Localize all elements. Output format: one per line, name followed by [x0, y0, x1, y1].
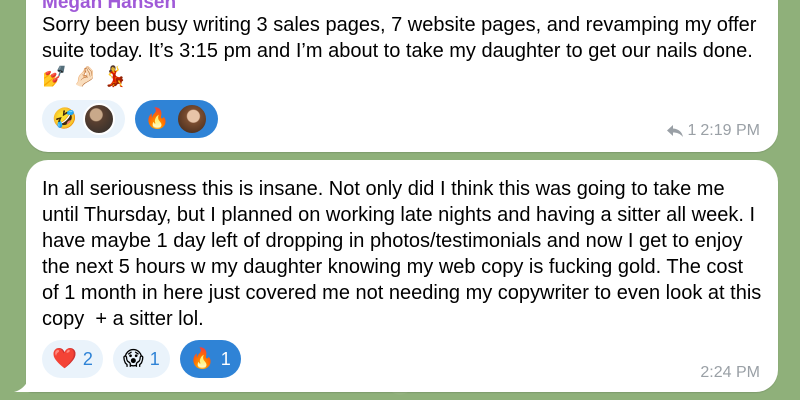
reactions-bar: 🤣 🔥	[42, 100, 218, 138]
message-time: 2:19 PM	[700, 122, 760, 139]
message-bubble[interactable]: Megan Hansen Sorry been busy writing 3 s…	[26, 0, 778, 152]
rofl-emoji-icon: 🤣	[52, 108, 77, 130]
message-text: Sorry been busy writing 3 sales pages, 7…	[42, 14, 763, 88]
reactor-avatar	[175, 103, 208, 135]
reply-count[interactable]: 1	[688, 122, 697, 140]
reaction-count: 1	[220, 348, 231, 369]
reaction-heart[interactable]: ❤️ 2	[42, 340, 103, 378]
message-meta: 1 2:19 PM	[666, 122, 760, 140]
reaction-fire[interactable]: 🔥	[134, 100, 218, 138]
reaction-count: 2	[82, 348, 93, 369]
reactions-bar: ❤️ 2 😱 1 🔥 1	[42, 340, 241, 378]
message-bubble[interactable]: In all seriousness this is insane. Not o…	[14, 160, 778, 392]
reaction-scream[interactable]: 😱 1	[112, 340, 170, 378]
message-time: 2:24 PM	[700, 364, 760, 381]
fire-emoji-icon: 🔥	[144, 108, 170, 130]
scream-emoji-icon: 😱	[122, 348, 144, 370]
bubble-tail	[14, 370, 36, 392]
reactor-avatar	[82, 103, 115, 135]
heart-emoji-icon: ❤️	[52, 348, 77, 370]
reaction-fire[interactable]: 🔥 1	[179, 340, 241, 378]
reaction-count: 1	[149, 348, 160, 369]
reply-arrow-icon[interactable]	[666, 124, 684, 138]
message-meta: 2:24 PM	[700, 364, 760, 382]
reaction-laugh[interactable]: 🤣	[42, 100, 125, 138]
message-text: In all seriousness this is insane. Not o…	[42, 178, 767, 330]
fire-emoji-icon: 🔥	[189, 348, 215, 370]
